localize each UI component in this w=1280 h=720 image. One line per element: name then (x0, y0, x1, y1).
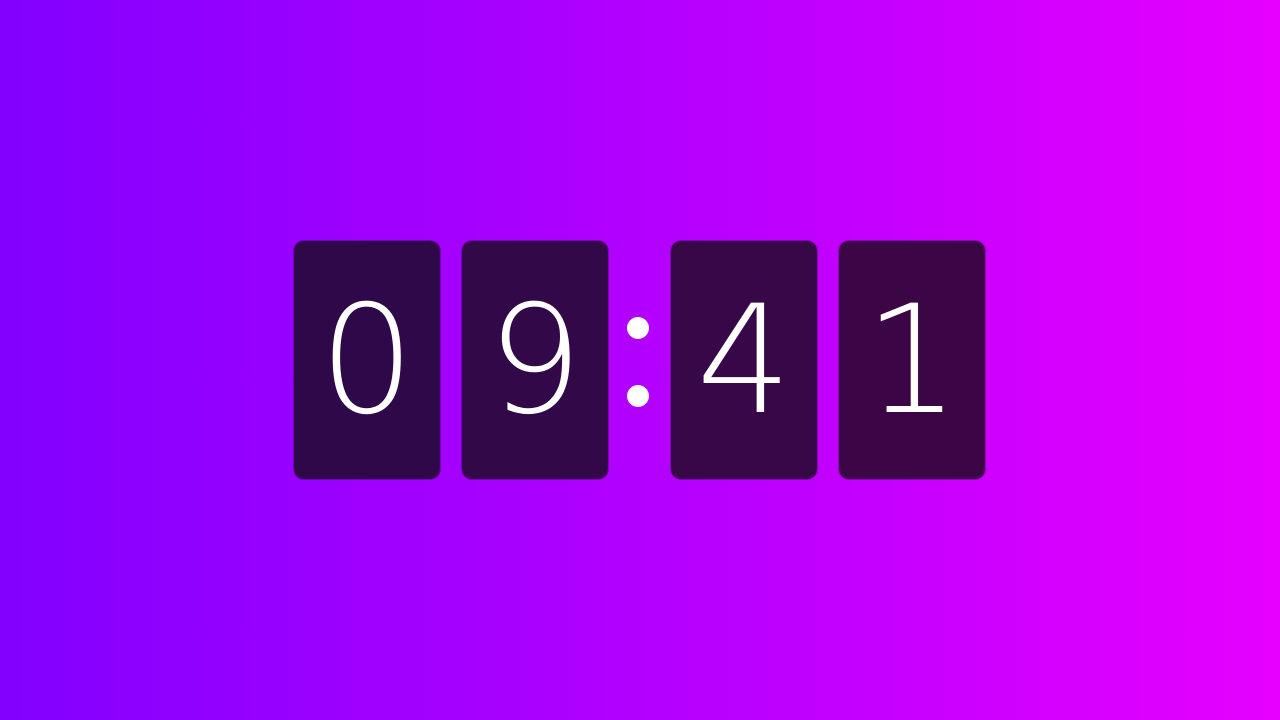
colon-top-dot (627, 317, 649, 339)
minute-tens-digit: 4 (696, 274, 792, 448)
clock-screen: 0 9 4 1 (0, 0, 1280, 720)
hour-tens-digit: 0 (319, 274, 415, 448)
hour-tens-card: 0 (294, 241, 440, 479)
minute-ones-card: 1 (839, 241, 985, 479)
hour-ones-digit: 9 (487, 274, 583, 448)
minute-ones-digit: 1 (864, 274, 960, 448)
colon-bottom-dot (627, 385, 649, 407)
minute-tens-card: 4 (671, 241, 817, 479)
colon-separator-icon (627, 317, 651, 409)
flip-clock: 0 9 4 1 (294, 241, 986, 479)
hour-ones-card: 9 (462, 241, 608, 479)
